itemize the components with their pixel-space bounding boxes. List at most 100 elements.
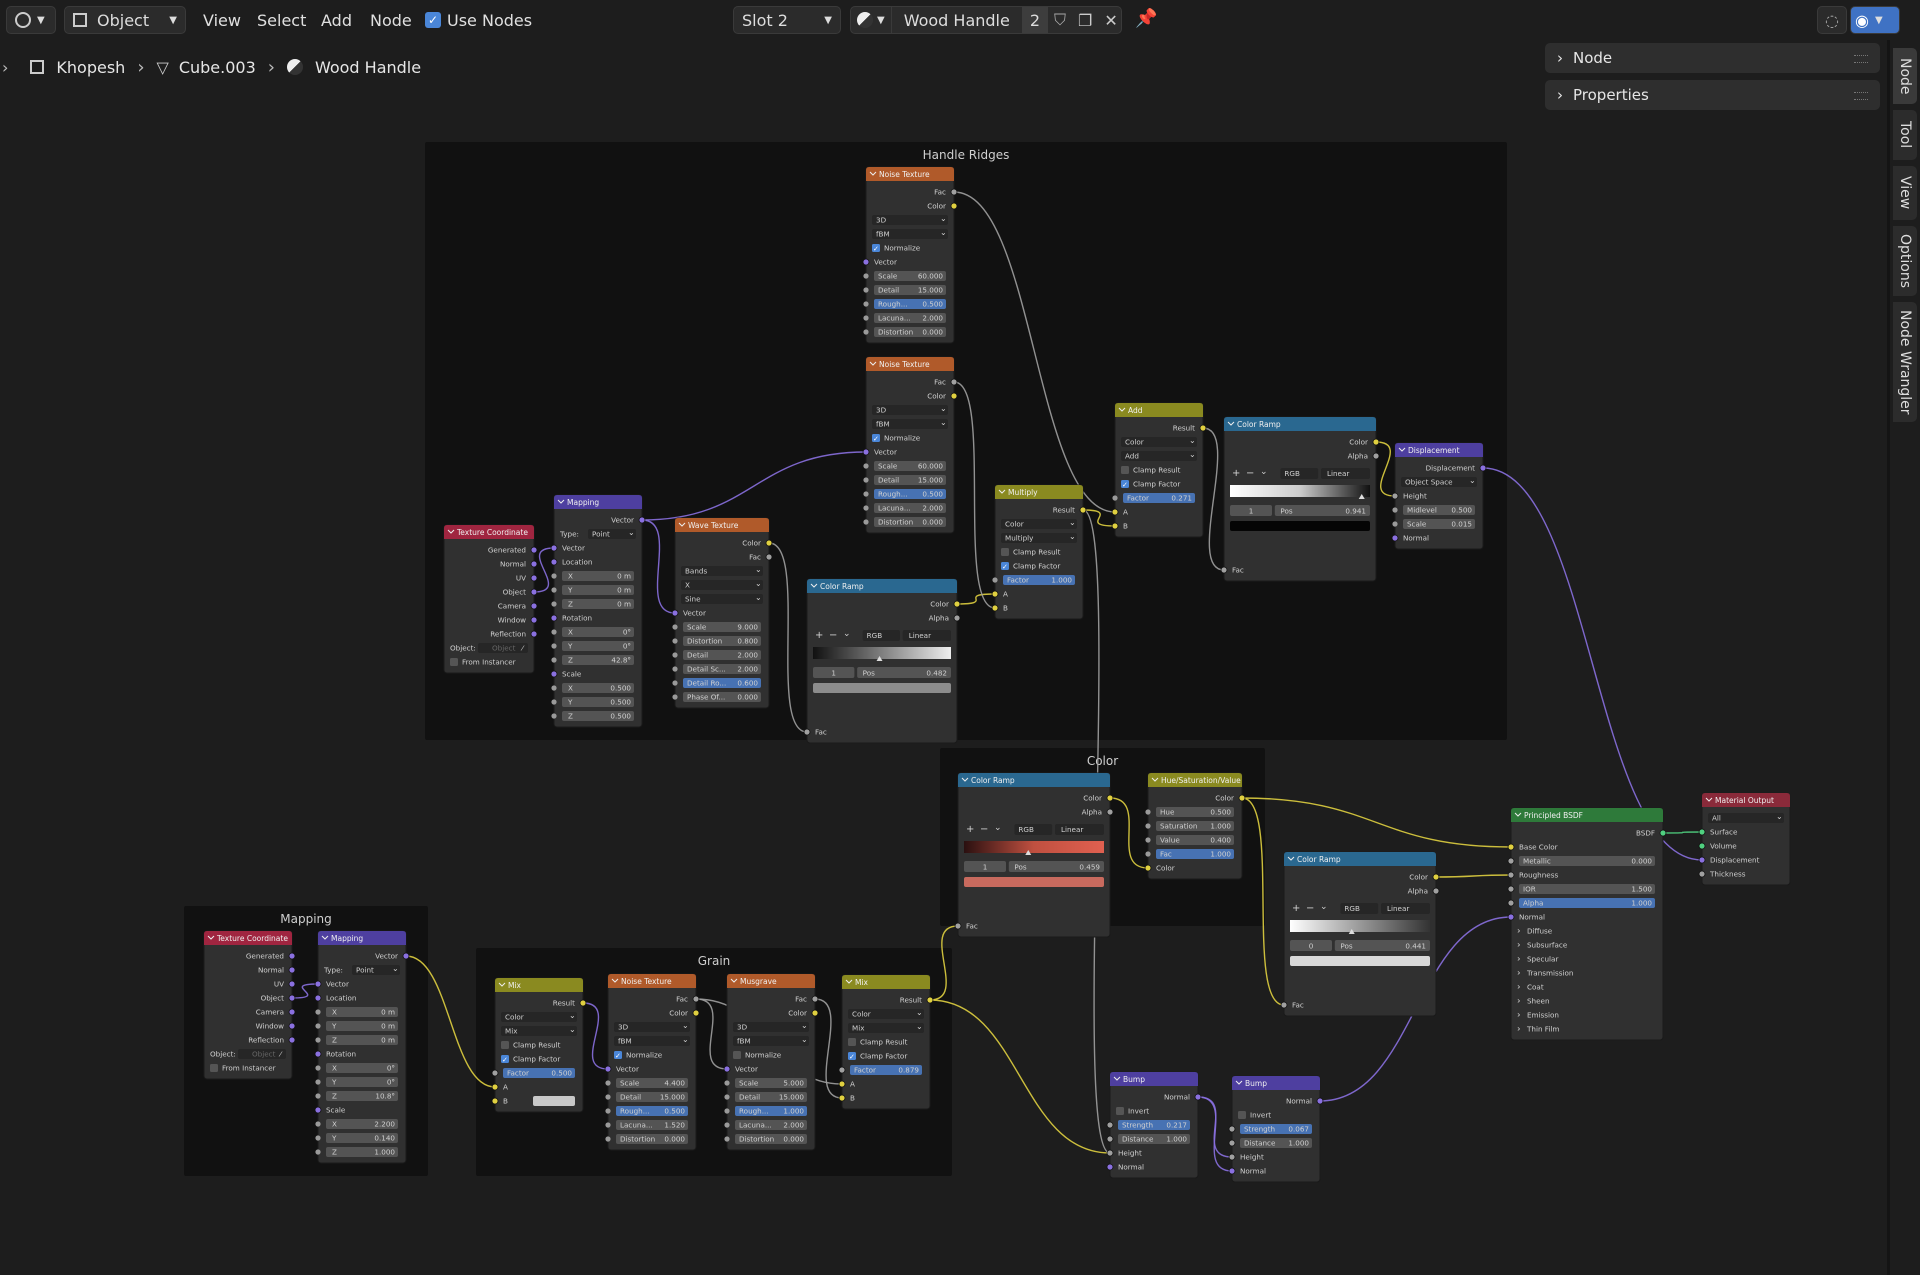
panel-label[interactable]: Coat [1527,983,1544,992]
node-noise3[interactable]: Noise Texture Fac Color 3D ⌄ fBM ⌄ ✓ Normalize Ve… [604,973,700,1151]
input-socket[interactable] [491,1097,499,1105]
node-noise1[interactable]: Noise Texture Fac Color 3D ⌄ fBM ⌄ ✓ Normalize Ve… [862,166,958,344]
checkbox[interactable] [733,1051,741,1059]
output-socket[interactable] [953,614,961,622]
checkbox[interactable] [501,1041,509,1049]
node-mul1[interactable]: Multiply Result Color ⌄ Multiply ⌄ Clamp Resul… [991,484,1087,620]
output-socket[interactable] [288,1022,296,1030]
input-socket[interactable] [605,1122,611,1128]
input-socket[interactable] [314,1050,322,1058]
output-socket[interactable] [765,553,773,561]
chevron-right-icon[interactable]: › [1517,941,1521,951]
input-socket[interactable] [1144,864,1152,872]
output-socket[interactable] [950,202,958,210]
node-map1[interactable]: Mapping Vector Type: Point ⌄ Vector Location X 0… [550,494,646,728]
input-socket[interactable] [1145,851,1151,857]
output-socket[interactable] [1316,1097,1324,1105]
output-socket[interactable] [288,1036,296,1044]
checkbox[interactable] [210,1064,218,1072]
use-nodes-toggle[interactable]: ✓ Use Nodes [425,8,532,32]
node-tc1[interactable]: Texture Coordinate Generated Normal UV Objec… [443,524,538,674]
checkbox[interactable] [1238,1111,1246,1119]
input-socket[interactable] [315,1121,321,1127]
output-socket[interactable] [288,1008,296,1016]
input-socket[interactable] [1392,507,1398,513]
input-socket[interactable] [862,258,870,266]
node-mix1[interactable]: Mix Result Color ⌄ Mix ⌄ Clamp Result ✓ Clamp Fa… [491,977,587,1113]
input-socket[interactable] [672,666,678,672]
grip-icon[interactable] [1854,55,1868,63]
input-socket[interactable] [1220,566,1228,574]
node-cr1[interactable]: Color Ramp Color Alpha + − ⌄ RGB Linear 1 Pos 0.48… [803,578,961,744]
node-link[interactable] [1662,831,1703,834]
tab-tool[interactable]: Tool [1893,110,1917,160]
output-socket[interactable] [692,995,700,1003]
add-stop-icon[interactable]: + [1292,903,1300,914]
input-socket[interactable] [551,573,557,579]
output-socket[interactable] [811,1009,819,1017]
input-socket[interactable] [863,505,869,511]
node-cr4[interactable]: Color Ramp Color Alpha + − ⌄ RGB Linear 0 Pos 0.44… [1280,851,1440,1017]
input-socket[interactable] [724,1122,730,1128]
input-socket[interactable] [491,1069,499,1077]
input-socket[interactable] [314,980,322,988]
input-socket[interactable] [551,643,557,649]
node-cr3[interactable]: Color Ramp Color Alpha + − ⌄ RGB Linear 1 Pos 0.45… [954,772,1114,938]
panel-node[interactable]: › Node [1545,43,1880,73]
input-socket[interactable] [1507,913,1515,921]
input-socket[interactable] [863,315,869,321]
slot-dropdown[interactable]: Slot 2 ▼ [733,6,841,34]
input-socket[interactable] [1698,856,1706,864]
output-socket[interactable] [1079,506,1087,514]
dropdown[interactable] [681,580,763,590]
output-socket[interactable] [1238,794,1246,802]
checkbox[interactable] [1001,548,1009,556]
panel-label[interactable]: Diffuse [1527,927,1553,936]
input-socket[interactable] [550,544,558,552]
output-socket[interactable] [950,188,958,196]
input-socket[interactable] [838,1094,846,1102]
color-ramp-bar[interactable] [1230,485,1370,497]
output-socket[interactable] [288,952,296,960]
input-socket[interactable] [604,1065,612,1073]
menu-select[interactable]: Select [257,8,306,32]
output-socket[interactable] [692,1009,700,1017]
input-socket[interactable] [863,273,869,279]
checkbox[interactable] [848,1038,856,1046]
material-browse-button[interactable]: ▼ [851,7,892,33]
chevron-right-icon[interactable]: › [1517,969,1521,979]
menu-add[interactable]: Add [321,8,352,32]
chevron-right-icon[interactable]: › [1517,983,1521,993]
input-socket[interactable] [1391,492,1399,500]
input-socket[interactable] [1698,870,1706,878]
node-musg[interactable]: Musgrave Fac Color 3D ⌄ fBM ⌄ Normalize Vector Sc… [723,973,819,1151]
fake-user-shield-icon[interactable]: ⛉ [1048,10,1072,30]
output-socket[interactable] [579,999,587,1007]
input-socket[interactable] [863,463,869,469]
panel-label[interactable]: Subsurface [1527,941,1568,950]
input-socket[interactable] [1145,837,1151,843]
tab-options[interactable]: Options [1893,226,1917,296]
node-mout[interactable]: Material Output All ⌄ Surface Volume Displace… [1698,792,1791,886]
output-socket[interactable] [950,378,958,386]
mode-dropdown[interactable]: Object ▼ [64,6,186,34]
chevron-right-icon[interactable]: › [1517,955,1521,965]
tab-node[interactable]: Node [1893,48,1917,104]
input-socket[interactable] [672,680,678,686]
input-socket[interactable] [315,1037,321,1043]
node-bump2[interactable]: Bump Normal Invert Strength 0.067 Distance 1.0… [1228,1075,1324,1183]
color-ramp-bar[interactable] [964,841,1104,853]
stop-color-swatch[interactable] [964,877,1104,887]
stop-color-swatch[interactable] [813,683,951,693]
input-socket[interactable] [863,519,869,525]
input-socket[interactable] [1507,843,1515,851]
input-socket[interactable] [1698,828,1706,836]
color-ramp-bar[interactable] [813,647,951,659]
tab-node-wrangler[interactable]: Node Wrangler [1893,302,1917,422]
node-link[interactable] [1435,874,1512,878]
input-socket[interactable] [954,922,962,930]
output-socket[interactable] [1432,887,1440,895]
input-socket[interactable] [1145,809,1151,815]
chevron-down-icon[interactable]: ⌄ [1320,902,1328,912]
node-link[interactable] [929,999,1111,1154]
